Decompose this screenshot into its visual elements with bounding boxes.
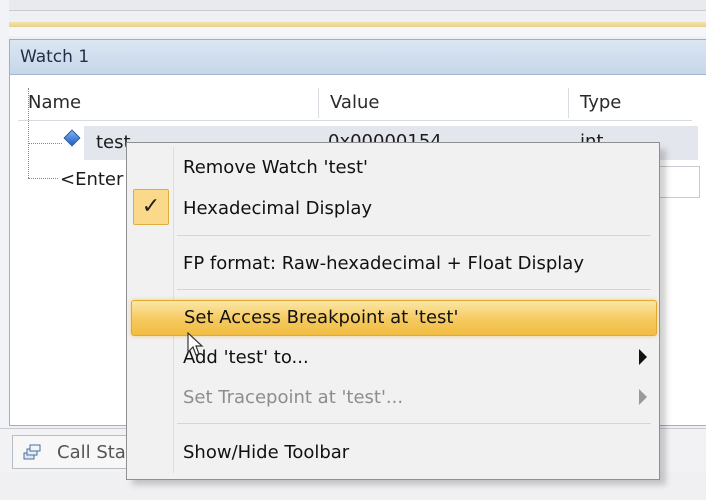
menu-item-label: Set Tracepoint at 'test'... [183, 387, 404, 408]
mouse-cursor-icon [187, 332, 204, 356]
tree-line [28, 178, 58, 179]
column-header-name[interactable]: Name [28, 84, 81, 120]
menu-item-show-hide-toolbar[interactable]: Show/Hide Toolbar [131, 436, 655, 470]
tree-line [28, 88, 29, 178]
enter-expression-placeholder[interactable]: <Enter [60, 170, 123, 190]
top-gap [0, 27, 706, 36]
menu-item-label: FP format: Raw-hexadecimal + Float Displ… [183, 253, 584, 274]
menu-item-fp-format[interactable]: FP format: Raw-hexadecimal + Float Displ… [131, 247, 655, 281]
watch-grid-header: Name Value Type [18, 84, 692, 121]
menu-item-set-access-breakpoint[interactable]: Set Access Breakpoint at 'test' [131, 300, 657, 336]
menu-item-remove-watch[interactable]: Remove Watch 'test' [131, 151, 655, 185]
menu-item-hexadecimal-display[interactable]: Hexadecimal Display [131, 192, 655, 226]
menu-separator [177, 423, 651, 424]
column-header-type[interactable]: Type [580, 84, 621, 120]
menu-item-set-tracepoint[interactable]: Set Tracepoint at 'test'... [131, 381, 655, 415]
menu-item-label: Set Access Breakpoint at 'test' [184, 307, 459, 328]
top-toolbar-strip [0, 0, 706, 11]
menu-separator [177, 289, 651, 290]
menu-item-label: Show/Hide Toolbar [183, 442, 350, 463]
menu-separator [177, 235, 651, 236]
tree-line [28, 143, 62, 144]
watch-window-title[interactable]: Watch 1 [10, 40, 706, 75]
submenu-arrow-icon [639, 389, 647, 405]
menu-item-label: Remove Watch 'test' [183, 157, 368, 178]
submenu-arrow-icon [639, 349, 647, 365]
call-stack-icon [23, 444, 41, 460]
column-separator[interactable] [568, 88, 569, 118]
left-splitter[interactable] [0, 0, 9, 500]
tab-call-stack-label: Call Sta [57, 442, 126, 463]
context-menu: Remove Watch 'test' ✓ Hexadecimal Displa… [126, 142, 660, 480]
menu-item-add-to[interactable]: Add 'test' to... [131, 341, 655, 375]
menu-item-label: Hexadecimal Display [183, 198, 373, 219]
column-header-value[interactable]: Value [330, 84, 379, 120]
column-separator[interactable] [318, 88, 319, 118]
